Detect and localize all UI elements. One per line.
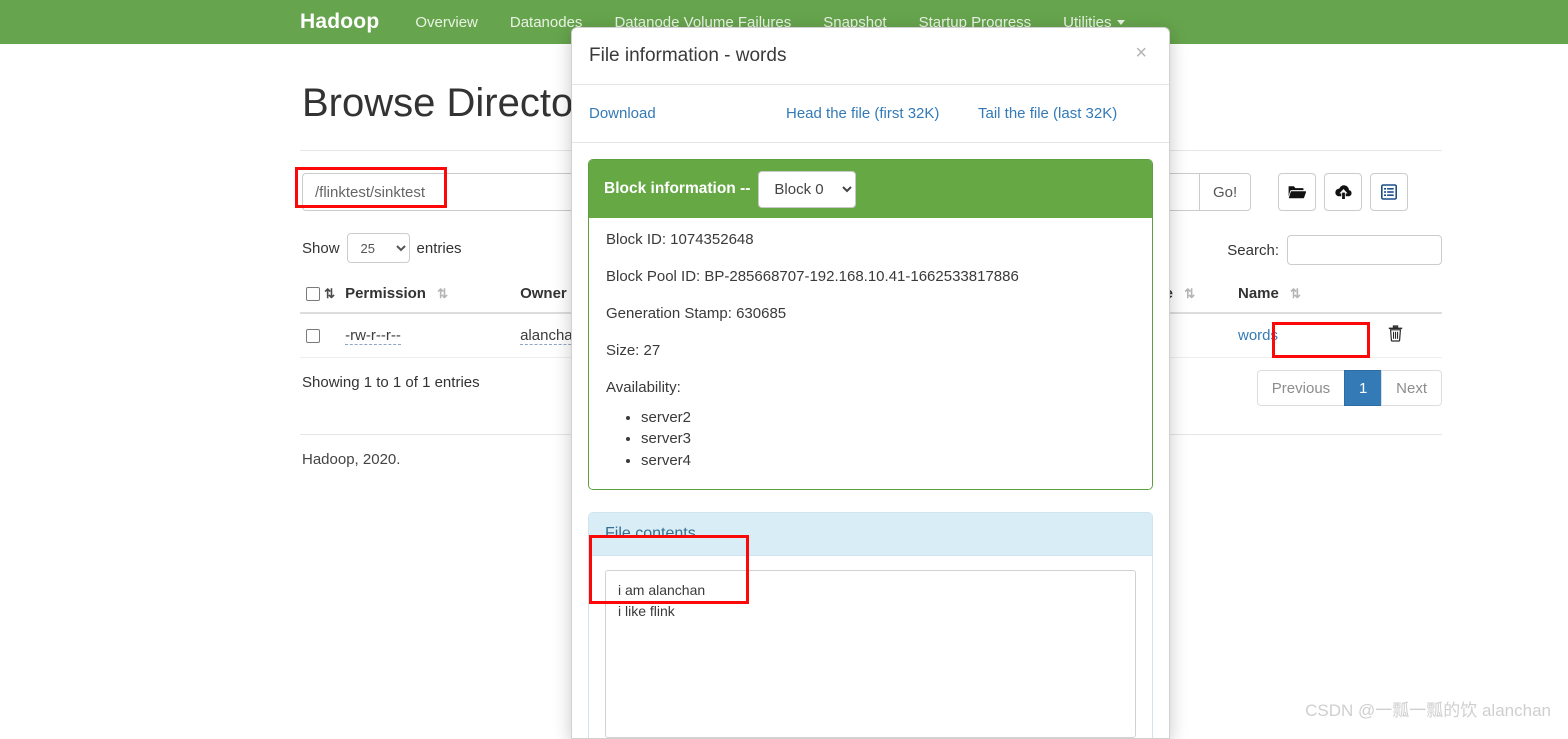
file-contents-body: i am alanchan i like flink [589, 556, 1152, 739]
modal-title: File information - words [589, 45, 786, 67]
modal-body: Block information -- Block 0 Block ID: 1… [572, 143, 1169, 739]
pagination-previous-button[interactable]: Previous [1257, 370, 1345, 406]
datatable-search-control: Search: [1227, 235, 1442, 265]
file-contents-panel: File contents i am alanchan i like flink [588, 512, 1153, 739]
column-permission-label: Permission [345, 285, 426, 302]
column-owner-label: Owner [520, 285, 567, 302]
entries-label: entries [417, 240, 462, 257]
modal-header: File information - words × [572, 28, 1169, 85]
row-select-cell[interactable] [300, 313, 339, 358]
block-pool-id: Block Pool ID: BP-285668707-192.168.10.4… [606, 268, 1135, 285]
column-name[interactable]: Name ⇅ [1232, 277, 1382, 313]
cell-permission: -rw-r--r-- [339, 313, 514, 358]
upload-file-button[interactable] [1324, 173, 1362, 211]
column-select-all[interactable]: ⇅ [300, 277, 339, 313]
cell-name: words [1232, 313, 1382, 358]
file-contents-textarea[interactable]: i am alanchan i like flink [605, 570, 1136, 738]
pagination-page-1-button[interactable]: 1 [1344, 370, 1382, 406]
search-input[interactable] [1287, 235, 1442, 265]
tail-file-link[interactable]: Tail the file (last 32K) [978, 105, 1117, 122]
sort-icon[interactable]: ⇅ [324, 286, 333, 302]
block-information-body: Block ID: 1074352648 Block Pool ID: BP-2… [589, 218, 1152, 489]
create-directory-button[interactable] [1278, 173, 1316, 211]
download-link[interactable]: Download [589, 105, 656, 122]
list-item: server2 [641, 408, 1135, 428]
modal-toolbar: Download Head the file (first 32K) Tail … [572, 85, 1169, 143]
entries-per-page-select[interactable]: 25 [347, 233, 410, 263]
row-checkbox[interactable] [306, 329, 320, 343]
head-link-wrap: Head the file (first 32K) [786, 105, 978, 122]
column-name-label: Name [1238, 285, 1279, 302]
file-information-modal: File information - words × Download Head… [571, 27, 1170, 739]
datatable-length-control: Show 25 entries [302, 233, 462, 263]
permission-value: -rw-r--r-- [345, 327, 401, 345]
pagination-next-button[interactable]: Next [1381, 370, 1442, 406]
tail-link-wrap: Tail the file (last 32K) [978, 105, 1117, 122]
navbar-brand[interactable]: Hadoop [300, 10, 379, 34]
go-button[interactable]: Go! [1199, 173, 1251, 211]
head-file-link[interactable]: Head the file (first 32K) [786, 105, 939, 122]
chevron-down-icon [1117, 20, 1125, 25]
delete-icon[interactable] [1388, 329, 1403, 346]
column-permission[interactable]: Permission ⇅ [339, 277, 514, 313]
file-contents-title: File contents [605, 525, 696, 542]
datatable-pagination: Previous 1 Next [1257, 370, 1442, 406]
list-item: server3 [641, 429, 1135, 449]
cell-delete[interactable] [1382, 313, 1442, 358]
sort-icon[interactable]: ⇅ [437, 286, 446, 302]
file-contents-header: File contents [589, 513, 1152, 556]
file-name-link[interactable]: words [1238, 327, 1278, 344]
block-size-value: Size: 27 [606, 342, 1135, 359]
select-all-checkbox[interactable] [306, 287, 320, 301]
availability-list: server2 server3 server4 [606, 408, 1135, 471]
block-information-header: Block information -- Block 0 [589, 160, 1152, 218]
show-label: Show [302, 240, 340, 257]
block-select[interactable]: Block 0 [758, 171, 856, 208]
search-label: Search: [1227, 242, 1279, 259]
column-delete [1382, 277, 1442, 313]
block-id: Block ID: 1074352648 [606, 231, 1135, 248]
download-link-wrap: Download [589, 105, 786, 122]
list-alt-icon [1381, 184, 1397, 200]
generation-stamp: Generation Stamp: 630685 [606, 305, 1135, 322]
watermark: CSDN @一瓢一瓢的饮 alanchan [1305, 696, 1551, 721]
list-item: server4 [641, 451, 1135, 471]
folder-open-icon [1288, 184, 1306, 200]
nav-item-overview[interactable]: Overview [415, 14, 478, 31]
block-information-panel: Block information -- Block 0 Block ID: 1… [588, 159, 1153, 490]
availability-label: Availability: [606, 379, 1135, 396]
datatable-info: Showing 1 to 1 of 1 entries [302, 374, 480, 391]
toggle-view-button[interactable] [1370, 173, 1408, 211]
sort-icon[interactable]: ⇅ [1184, 286, 1193, 302]
path-action-buttons [1278, 173, 1408, 211]
block-information-title: Block information -- [604, 180, 750, 198]
cloud-upload-icon [1334, 184, 1353, 200]
sort-icon[interactable]: ⇅ [1290, 286, 1299, 302]
close-icon[interactable]: × [1129, 42, 1153, 64]
